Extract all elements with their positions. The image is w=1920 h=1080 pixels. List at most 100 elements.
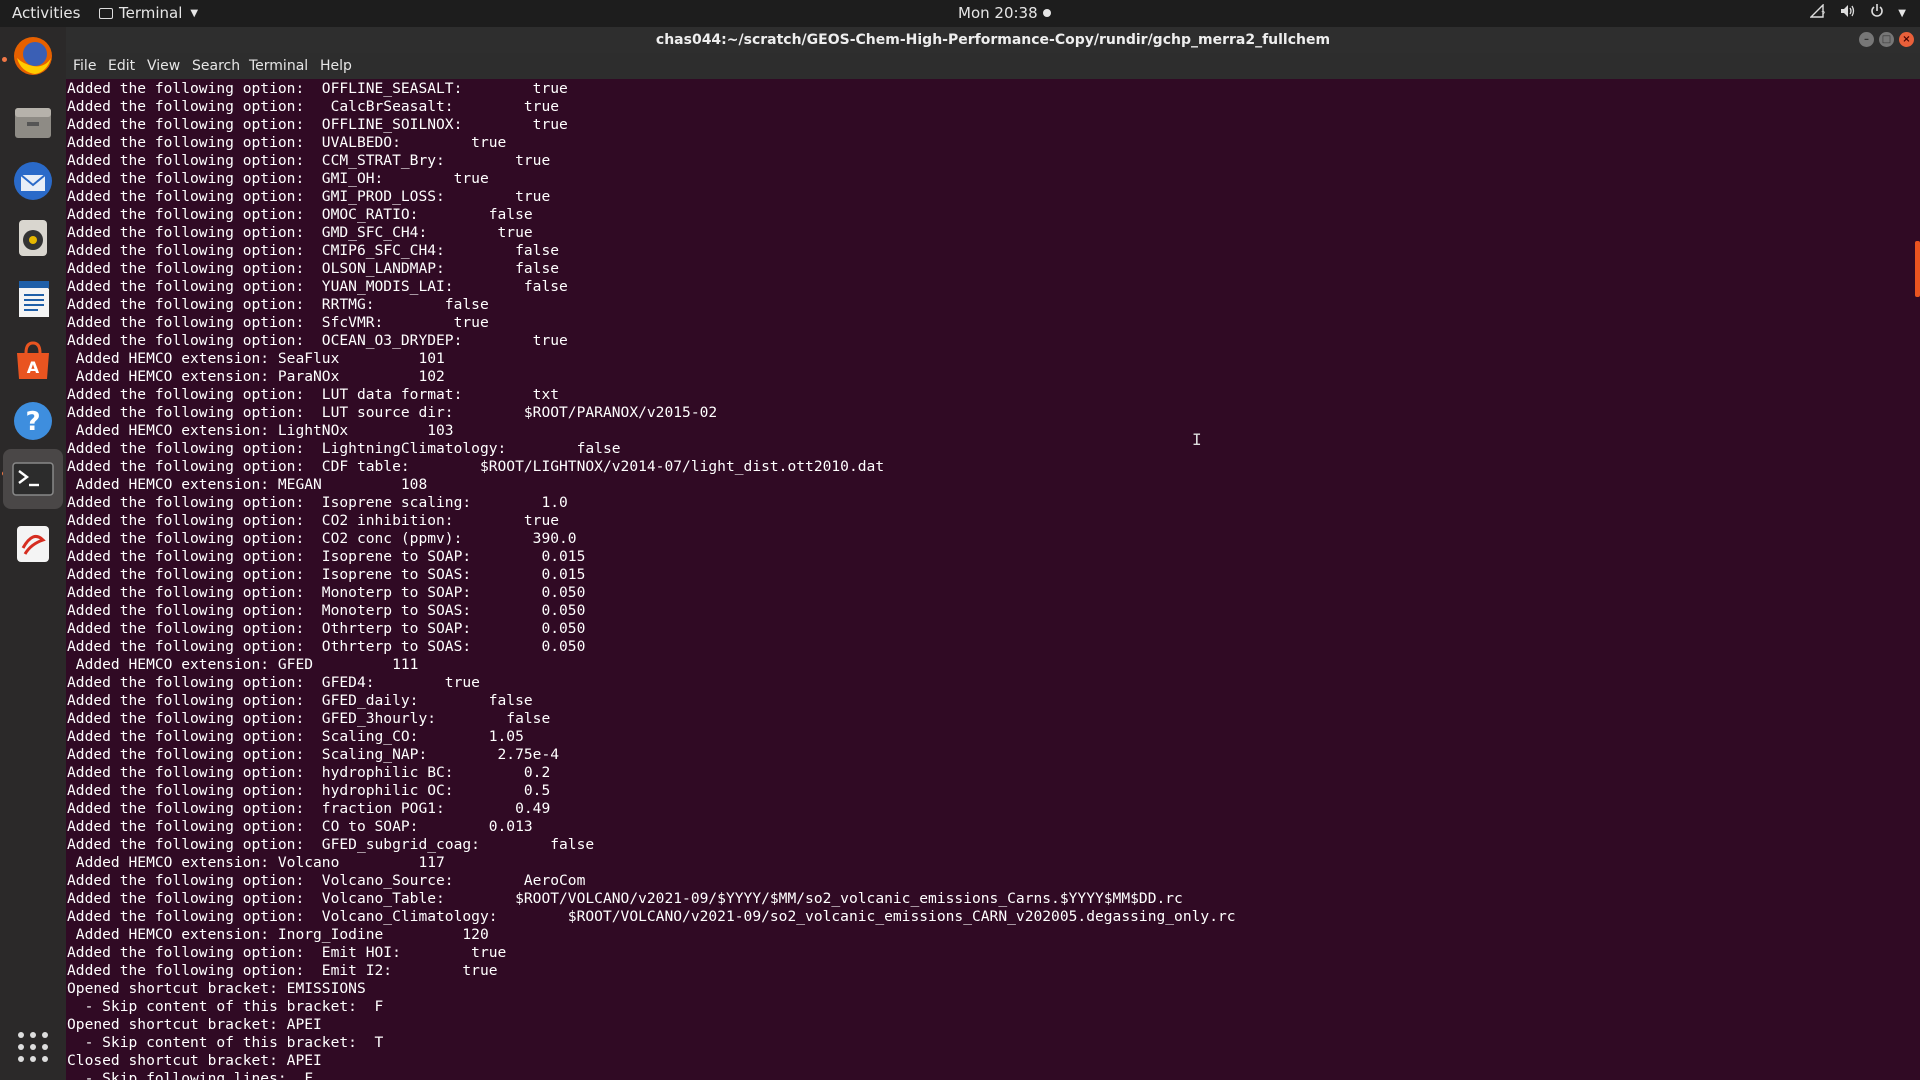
window-controls: – □ ×	[1859, 32, 1914, 47]
terminal-line: Added HEMCO extension: GFED 111	[67, 656, 419, 673]
terminal-line: Added the following option: CDF table: $…	[67, 458, 885, 475]
maximize-button[interactable]: □	[1879, 32, 1894, 47]
terminal-line: Added the following option: RRTMG: false	[67, 296, 489, 313]
terminal-line: Added the following option: LUT source d…	[67, 404, 718, 421]
terminal-line: Added the following option: Scaling_NAP:…	[67, 746, 560, 763]
text-editor-icon[interactable]	[9, 520, 57, 568]
terminal-line: Added HEMCO extension: Volcano 117	[67, 854, 445, 871]
terminal-line: Added the following option: Volcano_Tabl…	[67, 890, 1183, 907]
dock: A ?	[0, 27, 66, 1080]
terminal-line: Added the following option: GFED4: true	[67, 674, 480, 691]
terminal-line: Added the following option: LUT data for…	[67, 386, 560, 403]
clock[interactable]: Mon 20:38	[958, 4, 1051, 22]
terminal-line: - Skip content of this bracket: F	[67, 998, 384, 1015]
terminal-line: Added the following option: CCM_STRAT_Br…	[67, 152, 551, 169]
terminal-line: Added the following option: GFED_subgrid…	[67, 836, 595, 853]
terminal-line: Added the following option: Emit HOI: tr…	[67, 944, 507, 961]
system-tray[interactable]: ? ▼	[1809, 3, 1906, 22]
clock-label: Mon 20:38	[958, 4, 1038, 22]
terminal-line: Added the following option: OLSON_LANDMA…	[67, 260, 560, 277]
svg-text:?: ?	[25, 407, 40, 437]
terminal-line: Added the following option: GFED_daily: …	[67, 692, 533, 709]
terminal-icon[interactable]	[3, 449, 63, 509]
terminal-line: Added HEMCO extension: ParaNOx 102	[67, 368, 445, 385]
menu-terminal[interactable]: Terminal	[249, 58, 308, 74]
terminal-line: Opened shortcut bracket: APEI	[67, 1016, 322, 1033]
terminal-line: Added the following option: GMI_PROD_LOS…	[67, 188, 551, 205]
terminal-line: Added the following option: CMIP6_SFC_CH…	[67, 242, 560, 259]
window-title: chas044:~/scratch/GEOS-Chem-High-Perform…	[655, 32, 1331, 48]
chevron-down-icon[interactable]: ▼	[1898, 8, 1906, 19]
terminal-line: Added the following option: UVALBEDO: tr…	[67, 134, 507, 151]
terminal-window: chas044:~/scratch/GEOS-Chem-High-Perform…	[66, 27, 1920, 1080]
power-icon[interactable]	[1870, 4, 1884, 22]
scrollbar-thumb[interactable]	[1915, 241, 1920, 297]
chevron-down-icon: ▼	[190, 7, 199, 19]
terminal-line: Added the following option: CO2 inhibiti…	[67, 512, 560, 529]
terminal-line: Added the following option: GMD_SFC_CH4:…	[67, 224, 533, 241]
terminal-line: Added the following option: OFFLINE_SOIL…	[67, 116, 568, 133]
terminal-line: Added the following option: Scaling_CO: …	[67, 728, 524, 745]
menu-edit[interactable]: Edit	[108, 58, 135, 74]
terminal-line: Added the following option: SfcVMR: true	[67, 314, 489, 331]
libreoffice-writer-icon[interactable]	[9, 275, 57, 323]
terminal-line: Added the following option: OCEAN_O3_DRY…	[67, 332, 568, 349]
terminal-line: Added the following option: hydrophilic …	[67, 782, 551, 799]
volume-icon[interactable]	[1840, 4, 1856, 22]
terminal-line: Added the following option: CalcBrSeasal…	[67, 98, 560, 115]
terminal-line: - Skip content of this bracket: T	[67, 1034, 384, 1051]
show-applications-icon[interactable]	[9, 1023, 57, 1071]
minimize-button[interactable]: –	[1859, 32, 1874, 47]
terminal-line: Added the following option: YUAN_MODIS_L…	[67, 278, 568, 295]
terminal-line: Opened shortcut bracket: EMISSIONS	[67, 980, 366, 997]
terminal-line: Added the following option: Othrterp to …	[67, 638, 586, 655]
app-menu-label: Terminal	[119, 4, 183, 22]
terminal-line: Closed shortcut bracket: APEI	[67, 1052, 322, 1069]
close-button[interactable]: ×	[1899, 32, 1914, 47]
software-center-icon[interactable]: A	[9, 337, 57, 385]
top-bar: Activities Terminal ▼ Mon 20:38 ? ▼	[0, 0, 1920, 27]
menu-file[interactable]: File	[73, 58, 96, 74]
terminal-line: Added the following option: Isoprene to …	[67, 566, 586, 583]
menu-view[interactable]: View	[147, 58, 180, 74]
rhythmbox-icon[interactable]	[9, 214, 57, 262]
terminal-line: Added the following option: hydrophilic …	[67, 764, 551, 781]
terminal-line: Added the following option: OFFLINE_SEAS…	[67, 80, 568, 97]
files-icon[interactable]	[9, 98, 57, 146]
terminal-line: Added the following option: CO to SOAP: …	[67, 818, 533, 835]
terminal-line: Added the following option: GMI_OH: true	[67, 170, 489, 187]
notification-dot-icon	[1042, 9, 1051, 17]
terminal-line: - Skip following lines: F	[67, 1070, 314, 1080]
thunderbird-icon[interactable]	[9, 157, 57, 205]
terminal-line: Added HEMCO extension: SeaFlux 101	[67, 350, 445, 367]
terminal-line: Added the following option: fraction POG…	[67, 800, 551, 817]
terminal-line: Added the following option: GFED_3hourly…	[67, 710, 551, 727]
terminal-line: Added the following option: OMOC_RATIO: …	[67, 206, 533, 223]
svg-text:?: ?	[1821, 10, 1825, 18]
svg-text:A: A	[27, 358, 40, 377]
activities-button[interactable]: Activities	[12, 4, 80, 22]
terminal-line: Added the following option: Emit I2: tru…	[67, 962, 498, 979]
terminal-line: Added HEMCO extension: MEGAN 108	[67, 476, 428, 493]
terminal-line: Added the following option: Volcano_Sour…	[67, 872, 586, 889]
terminal-line: Added the following option: Monoterp to …	[67, 584, 586, 601]
app-menu[interactable]: Terminal ▼	[99, 4, 198, 22]
terminal-line: Added the following option: Monoterp to …	[67, 602, 586, 619]
network-icon[interactable]: ?	[1809, 3, 1826, 22]
terminal-line: Added HEMCO extension: LightNOx 103	[67, 422, 454, 439]
help-icon[interactable]: ?	[9, 397, 57, 445]
menu-help[interactable]: Help	[320, 58, 352, 74]
terminal-line: Added the following option: Othrterp to …	[67, 620, 586, 637]
terminal-line: Added the following option: Isoprene to …	[67, 548, 586, 565]
firefox-icon[interactable]	[9, 32, 57, 80]
title-bar[interactable]: chas044:~/scratch/GEOS-Chem-High-Perform…	[66, 27, 1920, 53]
terminal-line: Added the following option: CO2 conc (pp…	[67, 530, 577, 547]
running-indicator-icon	[2, 57, 7, 62]
terminal-output[interactable]: Added the following option: OFFLINE_SEAS…	[67, 80, 1907, 1080]
terminal-line: Added the following option: Isoprene sca…	[67, 494, 568, 511]
menu-search[interactable]: Search	[192, 58, 240, 74]
terminal-app-icon	[99, 7, 113, 19]
terminal-line: Added HEMCO extension: Inorg_Iodine 120	[67, 926, 489, 943]
menu-bar: File Edit View Search Terminal Help	[66, 53, 1920, 79]
terminal-line: Added the following option: Volcano_Clim…	[67, 908, 1236, 925]
